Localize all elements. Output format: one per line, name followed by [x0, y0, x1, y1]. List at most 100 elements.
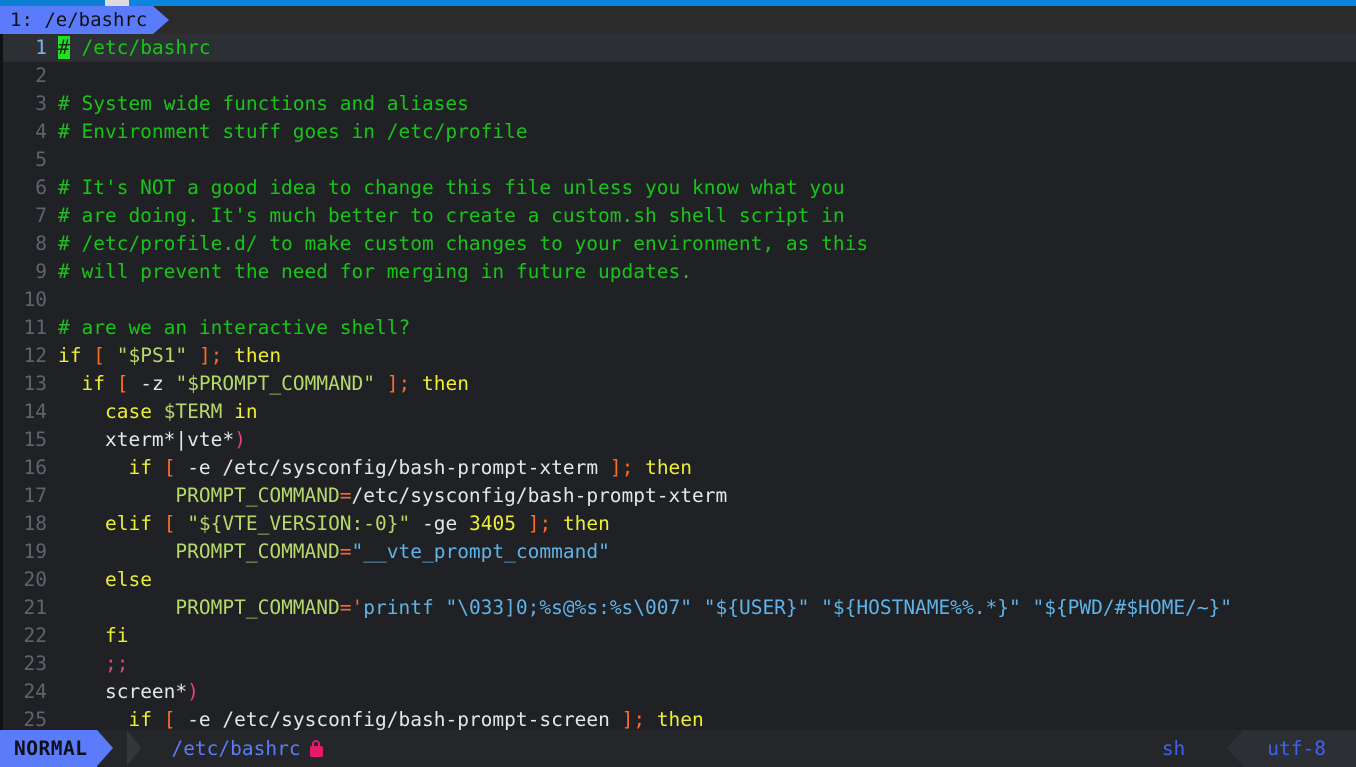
- editor-line[interactable]: 24 screen*): [3, 678, 1356, 706]
- editor-line[interactable]: 6 # It's NOT a good idea to change this f…: [3, 174, 1356, 202]
- code-token: -e /etc/sysconfig/bash-prompt-screen: [187, 708, 610, 730]
- line-number: 3: [35, 92, 47, 115]
- code-token: ];: [609, 456, 634, 479]
- line-content: [47, 62, 1356, 90]
- line-number: 14: [23, 400, 47, 423]
- line-content: case $TERM in: [47, 398, 1356, 426]
- editor-line[interactable]: 14 case $TERM in: [3, 398, 1356, 426]
- line-content: ;;: [47, 650, 1356, 678]
- code-token: /etc/bashrc: [69, 36, 211, 59]
- editor-line[interactable]: 2: [3, 62, 1356, 90]
- code-token: -e /etc/sysconfig/bash-prompt-xterm: [187, 456, 599, 479]
- editor-line[interactable]: 4 # Environment stuff goes in /etc/profil…: [3, 118, 1356, 146]
- code-token: case: [104, 400, 152, 423]
- editor-line[interactable]: 16 if [ -e /etc/sysconfig/bash-prompt-xt…: [3, 454, 1356, 482]
- text-cursor: #: [58, 36, 70, 59]
- code-token: PROMPT_COMMAND: [175, 596, 340, 619]
- line-number: 2: [35, 64, 47, 87]
- editor-line[interactable]: 1 # /etc/bashrc: [3, 34, 1356, 62]
- editor-line[interactable]: 13 if [ -z "$PROMPT_COMMAND" ]; then: [3, 370, 1356, 398]
- editor-line[interactable]: 20 else: [3, 566, 1356, 594]
- editor-line[interactable]: 9 # will prevent the need for merging in …: [3, 258, 1356, 286]
- code-token: xterm*|vte*: [104, 428, 235, 451]
- code-token: ];: [527, 512, 552, 535]
- code-token: elif: [104, 512, 152, 535]
- code-token: ): [234, 428, 246, 451]
- line-number: 4: [35, 120, 47, 143]
- line-content: # /etc/bashrc: [47, 34, 1356, 62]
- status-mode-label: NORMAL: [14, 737, 88, 760]
- code-token: "$PROMPT_COMMAND": [175, 372, 376, 395]
- editor-line[interactable]: 11 # are we an interactive shell?: [3, 314, 1356, 342]
- editor-line[interactable]: 18 elif [ "${VTE_VERSION:-0}" -ge 3405 ]…: [3, 510, 1356, 538]
- code-token: # are we an interactive shell?: [58, 316, 411, 339]
- code-token: then: [234, 344, 282, 367]
- code-token: PROMPT_COMMAND: [175, 484, 340, 507]
- code-token: 3405: [468, 512, 516, 535]
- line-number: 20: [23, 568, 47, 591]
- code-token: [: [163, 708, 176, 730]
- editor-line[interactable]: 7 # are doing. It's much better to create…: [3, 202, 1356, 230]
- editor-line[interactable]: 8 # /etc/profile.d/ to make custom change…: [3, 230, 1356, 258]
- line-content: PROMPT_COMMAND="__vte_prompt_command": [47, 538, 1356, 566]
- code-token: ];: [198, 344, 223, 367]
- line-content: # are doing. It's much better to create …: [47, 202, 1356, 230]
- editor-line[interactable]: 22 fi: [3, 622, 1356, 650]
- encoding-powerline-separator-icon: [1211, 730, 1244, 766]
- editor-line[interactable]: 15 xterm*|vte*): [3, 426, 1356, 454]
- line-content: elif [ "${VTE_VERSION:-0}" -ge 3405 ]; t…: [47, 510, 1356, 538]
- editor-line[interactable]: 25 if [ -e /etc/sysconfig/bash-prompt-sc…: [3, 706, 1356, 730]
- line-number: 5: [35, 148, 47, 171]
- statusline-spacer: [323, 730, 1162, 767]
- code-token: then: [422, 372, 469, 395]
- code-token: screen*: [104, 680, 188, 703]
- code-token: # System wide functions and aliases: [58, 92, 469, 115]
- line-number: 12: [23, 344, 47, 367]
- code-token: "$PS1": [116, 344, 188, 367]
- editor-line[interactable]: 21 PROMPT_COMMAND='printf "\033]0;%s@%s:…: [3, 594, 1356, 622]
- lock-icon: [309, 740, 323, 757]
- line-number: 23: [23, 652, 47, 675]
- code-token: # Environment stuff goes in /etc/profile: [58, 120, 528, 143]
- editor-line[interactable]: 17 PROMPT_COMMAND=/etc/sysconfig/bash-pr…: [3, 482, 1356, 510]
- editor-line[interactable]: 19 PROMPT_COMMAND="__vte_prompt_command": [3, 538, 1356, 566]
- code-token: ];: [621, 708, 646, 730]
- code-token: if: [81, 372, 105, 395]
- editor-line[interactable]: 10: [3, 286, 1356, 314]
- editor-line[interactable]: 12 if [ "$PS1" ]; then: [3, 342, 1356, 370]
- line-content: # It's NOT a good idea to change this fi…: [47, 174, 1356, 202]
- editor-buffer[interactable]: 1 # /etc/bashrc 2 3 # System wide functions …: [0, 34, 1356, 730]
- editor-line[interactable]: 5: [3, 146, 1356, 174]
- line-number: 11: [23, 316, 47, 339]
- statusline: NORMAL /etc/bashrc sh utf-8: [0, 730, 1356, 767]
- line-content: fi: [47, 622, 1356, 650]
- line-content: if [ -e /etc/sysconfig/bash-prompt-xterm…: [47, 454, 1356, 482]
- editor-line[interactable]: 23 ;;: [3, 650, 1356, 678]
- code-token: =: [339, 540, 352, 563]
- line-number: 15: [23, 428, 47, 451]
- editor-line[interactable]: 3 # System wide functions and aliases: [3, 90, 1356, 118]
- status-file-segment: /etc/bashrc: [155, 730, 323, 767]
- tab-bashrc[interactable]: 1: /e/bashrc: [0, 6, 154, 34]
